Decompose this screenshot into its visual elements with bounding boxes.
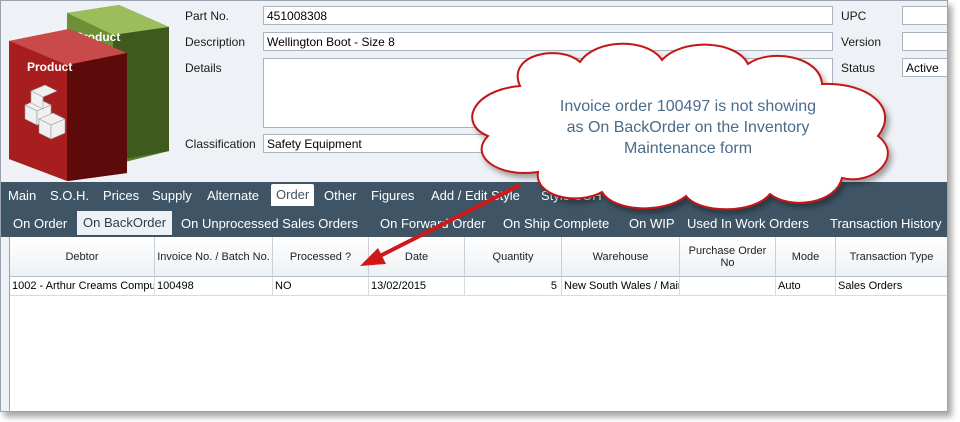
part-no-label: Part No. <box>185 9 230 23</box>
tab-alternate[interactable]: Alternate <box>207 188 259 203</box>
subtab-transaction-history[interactable]: Transaction History <box>830 216 942 231</box>
part-no-field[interactable]: 451008308 <box>263 6 833 25</box>
table-cell-processed[interactable]: NO <box>273 277 369 296</box>
subtab-on-unprocessed-sales-orders[interactable]: On Unprocessed Sales Orders <box>181 216 358 231</box>
table-cell-debtor[interactable]: 1002 - Arthur Creams Computer <box>10 277 155 296</box>
tab-prices[interactable]: Prices <box>103 188 139 203</box>
table-cell-warehouse[interactable]: New South Wales / Main <box>562 277 680 296</box>
callout-text: Invoice order 100497 is not showing as O… <box>508 96 868 159</box>
tab-figures[interactable]: Figures <box>371 188 414 203</box>
column-header-warehouse[interactable]: Warehouse <box>562 237 680 277</box>
column-header-processed[interactable]: Processed ? <box>273 237 369 277</box>
callout-line-3: Maintenance form <box>623 140 753 157</box>
subtab-on-order[interactable]: On Order <box>13 216 67 231</box>
column-header-transaction-type[interactable]: Transaction Type <box>836 237 947 277</box>
callout-line-1: Invoice order 100497 is not showing <box>559 98 817 115</box>
column-header-mode[interactable]: Mode <box>776 237 836 277</box>
tab-style-soh[interactable]: Style SOH <box>541 188 602 203</box>
tab-soh[interactable]: S.O.H. <box>50 188 89 203</box>
inventory-maintenance-window: Product Product Part No. 451008308 Descr… <box>0 0 948 412</box>
column-header-quantity[interactable]: Quantity <box>465 237 562 277</box>
details-label: Details <box>185 61 222 75</box>
product-boxes-illustration: Product Product <box>9 5 169 181</box>
version-field[interactable] <box>902 32 947 51</box>
column-header-date[interactable]: Date <box>369 237 465 277</box>
upc-field[interactable] <box>902 6 947 25</box>
sub-tab-bar: On Order On BackOrder On Unprocessed Sal… <box>1 209 947 237</box>
column-header-invoice-no[interactable]: Invoice No. / Batch No. <box>155 237 273 277</box>
tab-supply[interactable]: Supply <box>152 188 192 203</box>
table-cell-quantity[interactable]: 5 <box>465 277 562 296</box>
main-tab-bar: Main S.O.H. Prices Supply Alternate Orde… <box>1 182 947 209</box>
front-box-label: Product <box>27 60 72 74</box>
description-field[interactable]: Wellington Boot - Size 8 <box>263 32 833 51</box>
subtab-used-in-work-orders[interactable]: Used In Work Orders <box>687 216 809 231</box>
classification-label: Classification <box>185 137 256 151</box>
tab-add-edit-style[interactable]: Add / Edit Style <box>431 188 520 203</box>
subtab-on-backorder[interactable]: On BackOrder <box>77 211 173 235</box>
table-cell-mode[interactable]: Auto <box>776 277 836 296</box>
tab-main[interactable]: Main <box>8 188 36 203</box>
version-label: Version <box>841 35 882 49</box>
column-header-purchase-order-no[interactable]: Purchase Order No <box>680 237 776 277</box>
callout-line-2: as On BackOrder on the Inventory <box>566 119 810 136</box>
column-header-debtor[interactable]: Debtor <box>10 237 155 277</box>
status-select[interactable]: Active <box>902 58 947 77</box>
table-cell-invoice-no[interactable]: 100498 <box>155 277 273 296</box>
status-label: Status <box>841 61 876 75</box>
table-cell-transaction-type[interactable]: Sales Orders <box>836 277 947 296</box>
table-cell-purchase-order-no[interactable] <box>680 277 776 296</box>
description-label: Description <box>185 35 246 49</box>
product-image: Product Product <box>1 1 177 181</box>
subtab-on-forward-order[interactable]: On Forward Order <box>380 216 485 231</box>
table-cell-date[interactable]: 13/02/2015 <box>369 277 465 296</box>
subtab-on-ship-complete[interactable]: On Ship Complete <box>503 216 609 231</box>
subtab-on-wip[interactable]: On WIP <box>629 216 675 231</box>
tab-order[interactable]: Order <box>271 184 315 206</box>
upc-label: UPC <box>841 9 867 23</box>
backorder-grid: Debtor Invoice No. / Batch No. Processed… <box>9 237 947 411</box>
tab-other[interactable]: Other <box>324 188 357 203</box>
